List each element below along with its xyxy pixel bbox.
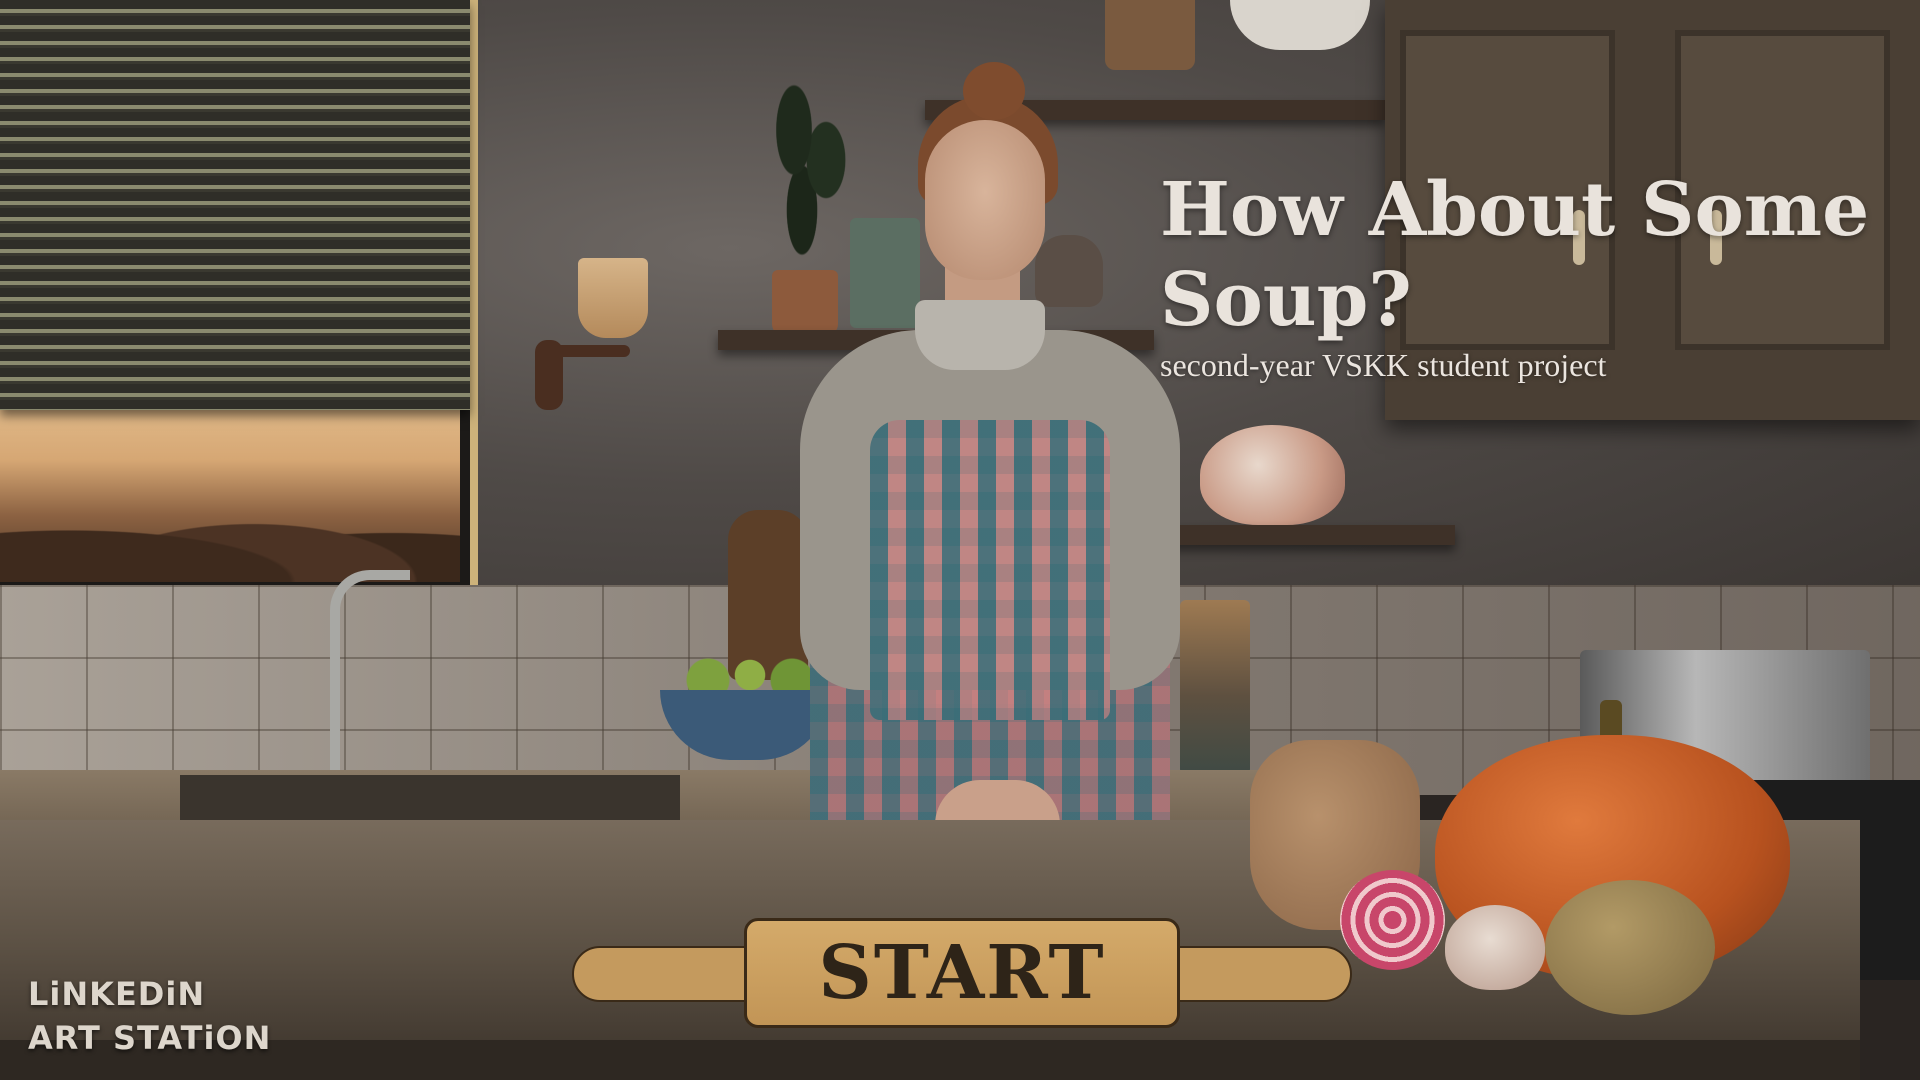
counter-edge [0,1040,1860,1080]
stacked-bowls [1035,235,1103,307]
rolling-pin-body: START [744,918,1180,1028]
start-button-label: START [818,930,1106,1016]
window [0,0,478,585]
canister [850,218,920,328]
trees [0,492,460,582]
beet [1340,870,1445,970]
character-face [925,120,1045,280]
garlic [1445,905,1545,990]
potted-plant [770,70,850,270]
linkedin-link[interactable]: LiNKEDiN [28,972,271,1016]
game-title-line1: How About Some [1160,167,1870,253]
wall-lamp-mount [535,340,563,410]
artstation-link[interactable]: ART STATiON [28,1016,271,1060]
social-links: LiNKEDiN ART STATiON [28,972,271,1060]
title-block: How About Some Soup? second-year VSKK st… [1160,165,1900,385]
lower-shelf [1160,525,1455,545]
faucet [330,570,410,780]
plant-pot [772,270,838,336]
teapot [1200,425,1345,525]
rolling-pin-handle-left [572,946,762,1002]
start-button[interactable]: START [572,918,1352,1028]
game-title: How About Some Soup? [1160,165,1900,345]
wall-lamp-shade [578,258,648,338]
shelf-jar [1105,0,1195,70]
sink [180,775,680,824]
game-title-line2: Soup? [1160,257,1412,343]
game-subtitle: second-year VSKK student project [1160,347,1607,383]
character-apron [870,420,1110,720]
window-blinds [0,0,470,410]
rolling-pin-handle-right [1162,946,1352,1002]
potato [1545,880,1715,1015]
utensil-jar [1180,600,1250,775]
character-hair-bun [963,62,1025,120]
character-collar [915,300,1045,370]
